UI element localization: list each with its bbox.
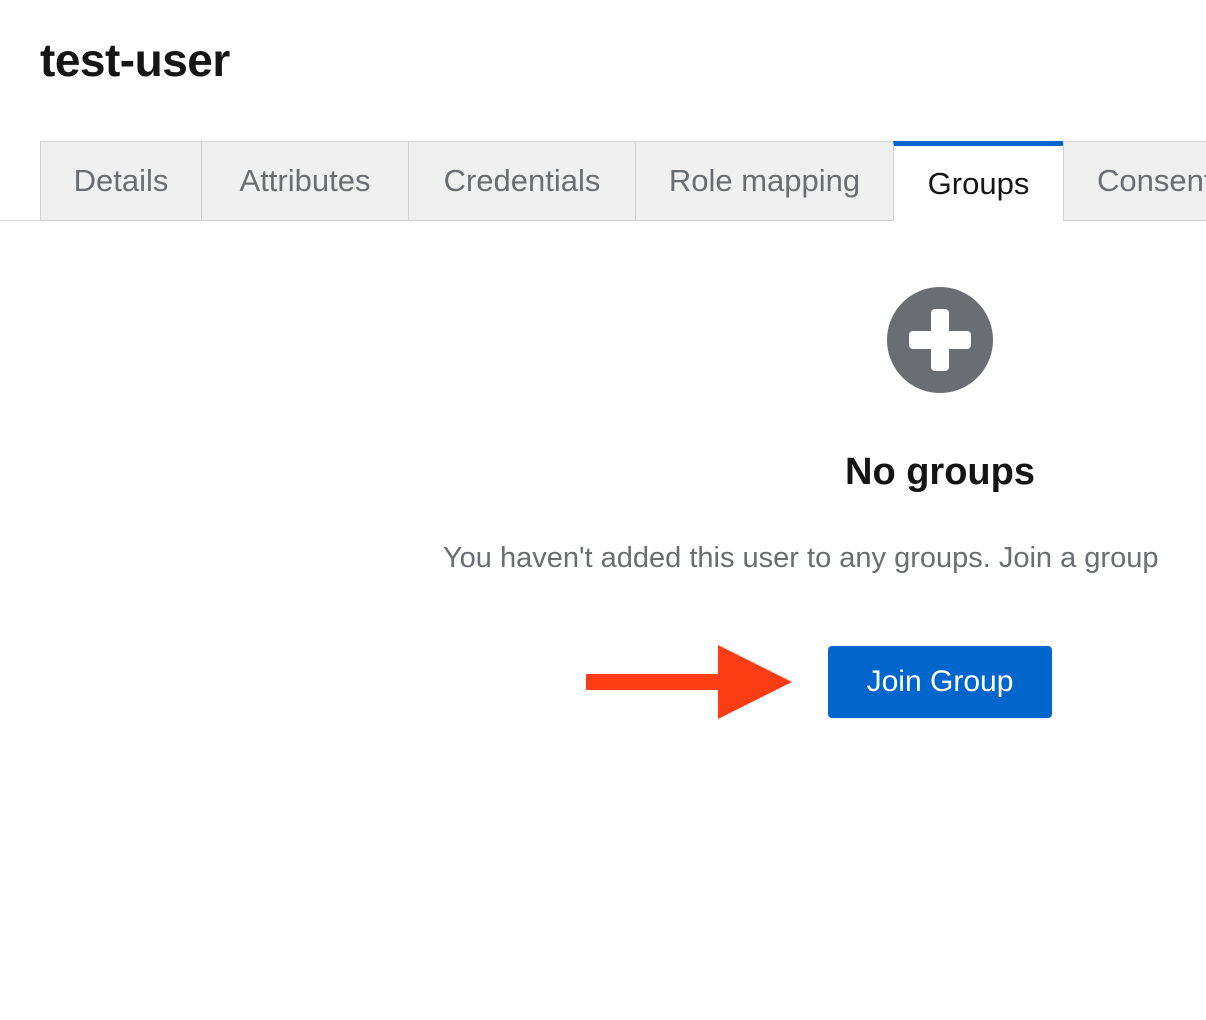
join-group-button[interactable]: Join Group bbox=[828, 646, 1052, 718]
tab-label: Credentials bbox=[443, 163, 601, 198]
tab-bar: Details Attributes Credentials Role mapp… bbox=[0, 141, 1206, 221]
tab-role-mapping[interactable]: Role mapping bbox=[635, 141, 894, 220]
tab-details[interactable]: Details bbox=[40, 141, 202, 220]
tab-label: Details bbox=[73, 163, 169, 198]
empty-state-body: You haven't added this user to any group… bbox=[443, 542, 1159, 574]
tab-label: Consent bbox=[1097, 163, 1206, 198]
tab-groups[interactable]: Groups bbox=[893, 141, 1064, 221]
tab-attributes[interactable]: Attributes bbox=[201, 141, 409, 220]
user-details-page: test-user Details Attributes Credentials… bbox=[0, 0, 1206, 1020]
empty-state-title: No groups bbox=[845, 451, 1035, 493]
arrow-right-icon bbox=[586, 645, 792, 719]
plus-circle-icon bbox=[887, 287, 993, 393]
tab-label: Attributes bbox=[239, 163, 371, 198]
tab-consent[interactable]: Consent bbox=[1063, 141, 1206, 220]
tab-label: Role mapping bbox=[668, 163, 861, 198]
tab-label: Groups bbox=[927, 165, 1030, 201]
tab-credentials[interactable]: Credentials bbox=[408, 141, 636, 220]
page-title: test-user bbox=[40, 34, 230, 86]
